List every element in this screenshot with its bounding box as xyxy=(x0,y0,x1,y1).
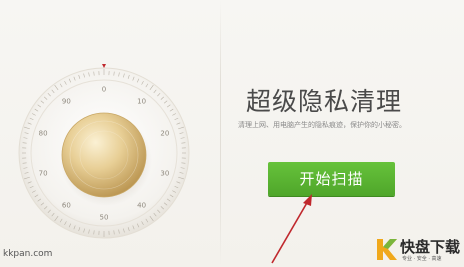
watermark-url: kkpan.com xyxy=(3,249,53,259)
divider-line xyxy=(220,0,221,267)
dial-pointer xyxy=(102,64,106,68)
dial-number: 10 xyxy=(137,98,146,106)
dial-number: 30 xyxy=(160,169,169,177)
red-arrow-annotation xyxy=(271,194,312,264)
privacy-cleaner-window: 0 10 20 30 40 50 60 70 80 90 超级隐私清理 清理上网、用电脑产生的隐私… xyxy=(0,0,464,267)
dial-number: 50 xyxy=(100,214,109,222)
page-title: 超级隐私清理 xyxy=(246,87,403,116)
dial-number: 40 xyxy=(137,201,146,209)
dial-number: 90 xyxy=(62,98,71,106)
site-logo: 快盘下载 专业 · 安全 · 高速 xyxy=(374,235,462,265)
dial-graphic: 0 10 20 30 40 50 60 70 80 90 xyxy=(18,64,190,239)
logo-subtext: 专业 · 安全 · 高速 xyxy=(402,256,442,262)
dial-number: 60 xyxy=(62,201,71,209)
dial-number: 0 xyxy=(102,86,106,94)
dial-knob[interactable] xyxy=(61,112,147,198)
safe-dial: 0 10 20 30 40 50 60 70 80 90 xyxy=(14,60,194,250)
page-description: 清理上网、用电脑产生的隐私痕迹，保护你的小秘密。 xyxy=(238,121,406,129)
dial-number: 80 xyxy=(39,130,48,138)
dial-number: 20 xyxy=(160,130,169,138)
dial-number: 70 xyxy=(39,169,48,177)
logo-text: 快盘下载 xyxy=(400,238,461,256)
logo-k-icon xyxy=(377,239,397,260)
